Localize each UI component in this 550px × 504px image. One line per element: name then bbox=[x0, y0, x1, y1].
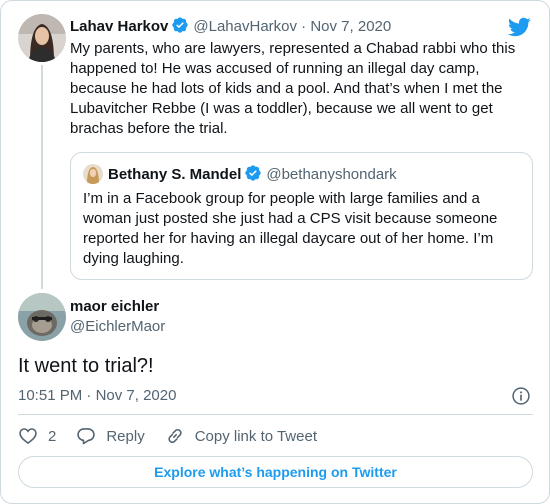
tweet-date: Nov 7, 2020 bbox=[95, 387, 177, 404]
avatar-lahav[interactable] bbox=[18, 14, 66, 62]
reply-label: Reply bbox=[106, 427, 145, 445]
copy-link-label: Copy link to Tweet bbox=[194, 427, 317, 445]
thread-connector-line bbox=[41, 65, 43, 289]
quoted-author-name: Bethany S. Mandel bbox=[108, 166, 242, 183]
tweet-text: It went to trial?! bbox=[18, 355, 154, 377]
reply-to-date[interactable]: Nov 7, 2020 bbox=[310, 18, 391, 35]
author-handle[interactable]: @LahavHarkov bbox=[193, 18, 297, 35]
author-name[interactable]: Lahav Harkov bbox=[70, 18, 168, 35]
copy-link-button[interactable]: Copy link to Tweet bbox=[165, 426, 317, 446]
explore-twitter-button[interactable]: Explore what’s happening on Twitter bbox=[18, 456, 533, 488]
separator-dot: · bbox=[86, 387, 92, 404]
avatar-bethany bbox=[83, 164, 103, 184]
like-button[interactable]: 2 bbox=[18, 426, 56, 446]
action-bar: 2 Reply Copy link to Tweet bbox=[18, 425, 337, 447]
quoted-tweet[interactable]: Bethany S. Mandel @bethanyshondark I’m in… bbox=[70, 152, 533, 280]
verified-badge-icon bbox=[171, 16, 189, 40]
quoted-header: Bethany S. Mandel @bethanyshondark bbox=[83, 164, 397, 188]
heart-icon bbox=[19, 428, 37, 445]
divider bbox=[18, 414, 533, 415]
reply-to-text: My parents, who are lawyers, represented… bbox=[70, 40, 516, 137]
like-count: 2 bbox=[48, 427, 57, 445]
tweet-timestamp[interactable]: 10:51 PM · Nov 7, 2020 bbox=[18, 386, 176, 406]
reply-icon bbox=[77, 428, 96, 445]
info-icon[interactable] bbox=[511, 386, 531, 411]
reply-to-header: Lahav Harkov @LahavHarkov · Nov 7, 2020 bbox=[70, 16, 391, 40]
tweet-embed-card: Lahav Harkov @LahavHarkov · Nov 7, 2020 M… bbox=[0, 0, 550, 504]
avatar-maor[interactable] bbox=[18, 293, 66, 341]
quoted-text: I’m in a Facebook group for people with … bbox=[83, 190, 498, 267]
tweet-author-name[interactable]: maor eichler bbox=[70, 297, 159, 317]
quoted-author-handle: @bethanyshondark bbox=[266, 166, 397, 183]
reply-button[interactable]: Reply bbox=[76, 426, 145, 446]
verified-badge-icon bbox=[244, 164, 262, 188]
tweet-author-handle[interactable]: @EichlerMaor bbox=[70, 317, 165, 337]
link-icon bbox=[168, 428, 182, 444]
tweet-time: 10:51 PM bbox=[18, 387, 83, 404]
